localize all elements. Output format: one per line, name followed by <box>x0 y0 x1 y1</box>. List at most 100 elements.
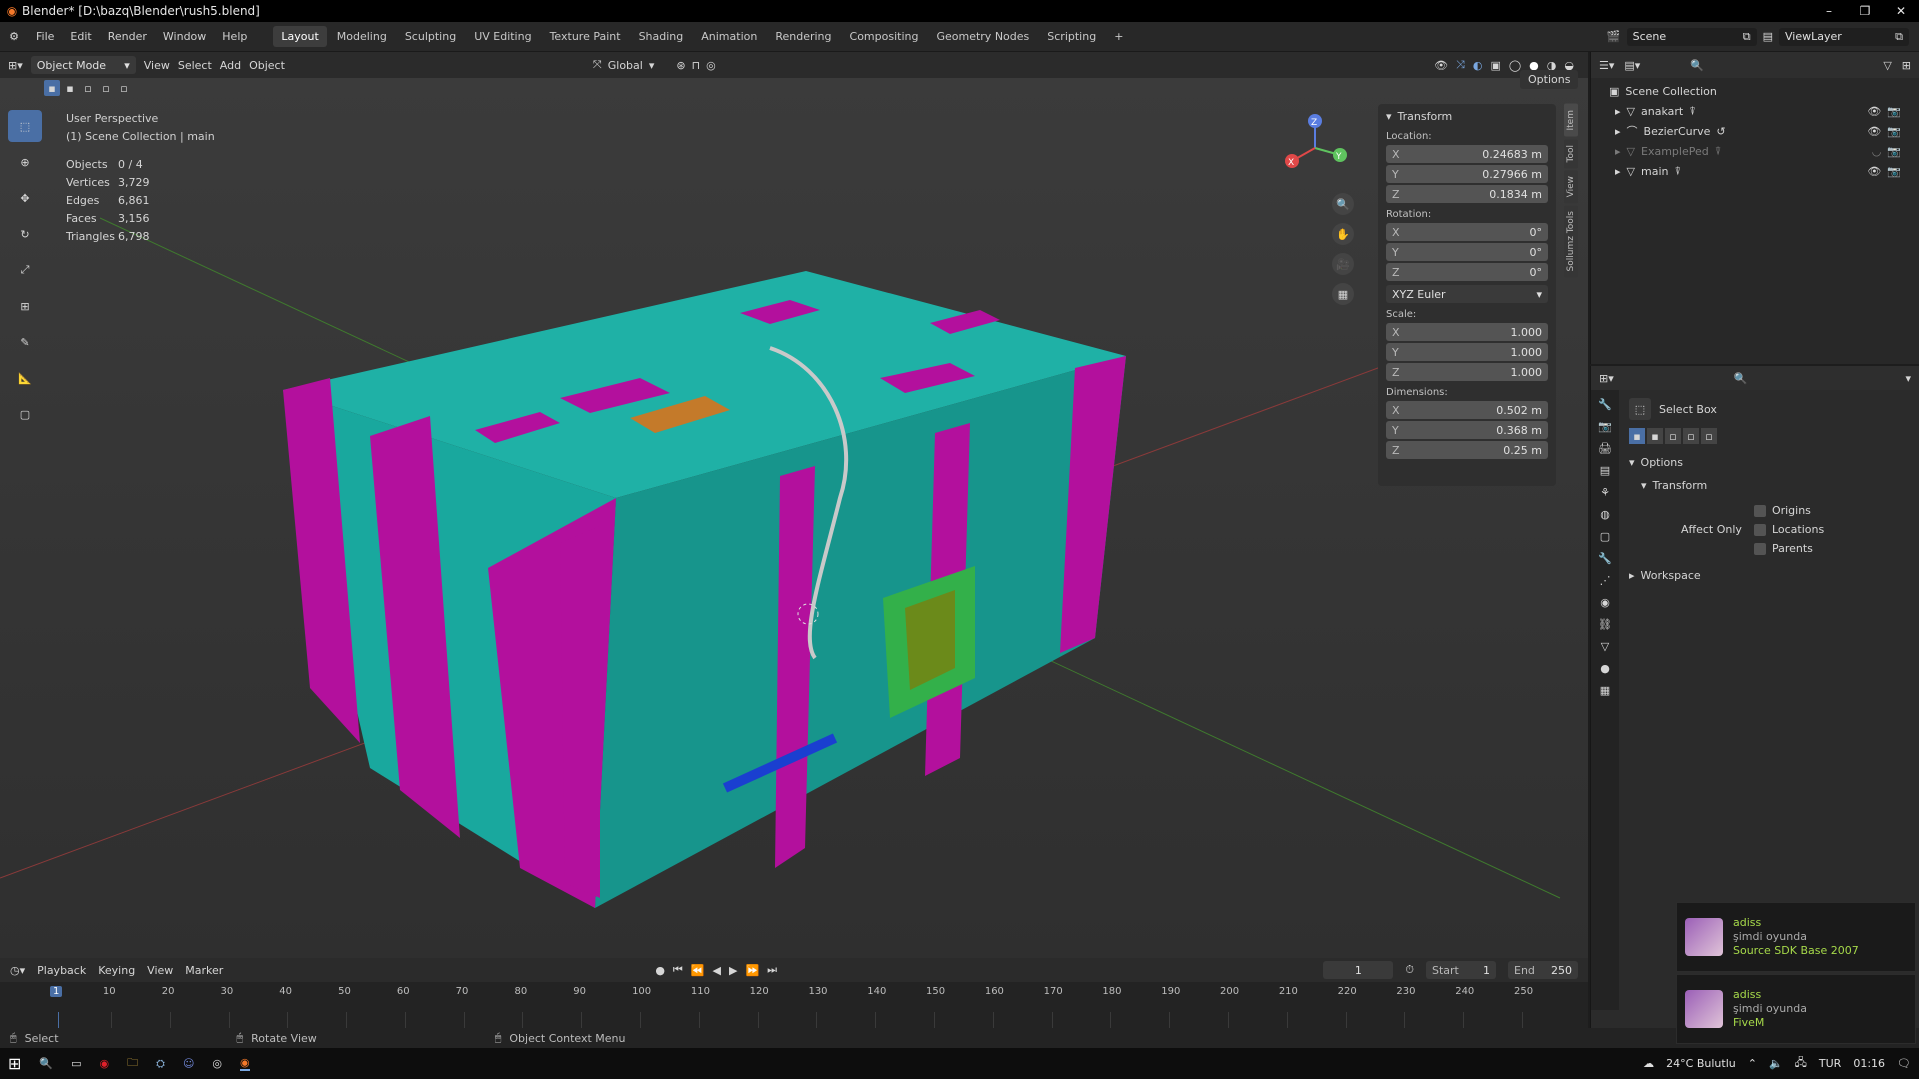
start-menu-icon[interactable]: ⊞ <box>8 1054 21 1073</box>
search-icon[interactable]: 🔍 <box>1690 59 1704 72</box>
next-key-icon[interactable]: ⏩ <box>745 964 759 977</box>
eye-icon[interactable]: 👁 <box>1867 122 1881 142</box>
timeline-editor-icon[interactable]: ◷▾ <box>10 964 25 977</box>
data-tab-icon[interactable]: ▽ <box>1601 640 1609 653</box>
clock[interactable]: 01:16 <box>1853 1057 1885 1070</box>
menu-render[interactable]: Render <box>100 30 155 43</box>
grid-icon[interactable]: ▦ <box>1332 283 1354 305</box>
add-workspace-button[interactable]: + <box>1106 26 1131 47</box>
rotation-x-field[interactable]: X 0° <box>1386 223 1548 241</box>
zoom-icon[interactable]: 🔍 <box>1332 193 1354 215</box>
orientation-selector[interactable]: Global <box>608 59 643 72</box>
search-icon[interactable]: 🔍 <box>39 1057 53 1070</box>
outliner-row-exampleped[interactable]: ▸ ▽ ExamplePed ⍒ ◡ 📷 <box>1609 142 1901 162</box>
menu-object[interactable]: Object <box>249 59 285 72</box>
cursor-tool-icon[interactable]: ⊕ <box>8 146 42 178</box>
tab-compositing[interactable]: Compositing <box>842 26 927 47</box>
discord-icon[interactable]: ☺ <box>183 1057 194 1070</box>
end-frame-field[interactable]: End 250 <box>1508 961 1578 979</box>
task-view-icon[interactable]: ▭ <box>71 1057 81 1070</box>
location-y-field[interactable]: Y 0.27966 m <box>1386 165 1548 183</box>
jump-end-icon[interactable]: ⏭ <box>767 963 777 977</box>
menu-help[interactable]: Help <box>214 30 255 43</box>
expand-arrow-icon[interactable]: ▸ <box>1615 162 1621 182</box>
display-mode-icon[interactable]: ▤▾ <box>1624 59 1640 72</box>
select-box-tool-icon[interactable]: ⬚ <box>8 110 42 142</box>
tab-layout[interactable]: Layout <box>273 26 327 47</box>
current-frame-field[interactable]: 1 <box>1323 961 1394 979</box>
location-x-field[interactable]: X 0.24683 m <box>1386 145 1548 163</box>
navigation-gizmo[interactable]: Z Y X <box>1280 113 1350 183</box>
location-z-field[interactable]: Z 0.1834 m <box>1386 185 1548 203</box>
editor-type-icon[interactable]: ⊞▾ <box>8 59 23 72</box>
camera-render-icon[interactable]: 📷 <box>1887 142 1901 162</box>
snap-icon[interactable]: ⊓ <box>692 59 701 72</box>
dimension-x-field[interactable]: X 0.502 m <box>1386 401 1548 419</box>
eye-icon[interactable]: 👁 <box>1867 162 1881 182</box>
tool-tab-icon[interactable]: 🔧 <box>1598 398 1612 411</box>
tab-animation[interactable]: Animation <box>693 26 765 47</box>
chevron-up-icon[interactable]: ⌃ <box>1748 1057 1757 1070</box>
menu-select[interactable]: Select <box>178 59 212 72</box>
origins-checkbox[interactable]: Origins <box>1753 504 1824 517</box>
select-invert-icon[interactable]: ▫ <box>1683 428 1699 444</box>
tab-uv-editing[interactable]: UV Editing <box>466 26 539 47</box>
steam-icon[interactable]: ⛭ <box>156 1057 165 1071</box>
workspace-section-header[interactable]: ▸ Workspace <box>1629 569 1914 582</box>
scale-z-field[interactable]: Z 1.000 <box>1386 363 1548 381</box>
pivot-icon[interactable]: ⊛ <box>676 59 685 72</box>
play-reverse-icon[interactable]: ◀ <box>713 964 721 977</box>
tab-rendering[interactable]: Rendering <box>767 26 839 47</box>
tab-texture-paint[interactable]: Texture Paint <box>542 26 629 47</box>
outliner-row-main[interactable]: ▸ ▽ main ⍒ 👁 📷 <box>1609 162 1901 182</box>
filter-icon[interactable]: ▽ <box>1883 59 1891 72</box>
menu-add[interactable]: Add <box>220 59 241 72</box>
output-tab-icon[interactable]: 🖨 <box>1598 442 1612 455</box>
select-new-icon[interactable]: ▪ <box>1629 428 1645 444</box>
3d-viewport[interactable]: User Perspective (1) Scene Collection | … <box>0 70 1588 958</box>
overlay-toggle-icon[interactable]: ◐ <box>1473 59 1483 72</box>
expand-arrow-icon[interactable]: ▸ <box>1615 122 1621 142</box>
camera-render-icon[interactable]: 📷 <box>1887 102 1901 122</box>
select-intersect-icon[interactable]: ▫ <box>1701 428 1717 444</box>
outliner-row-anakart[interactable]: ▸ ▽ anakart ⍒ 👁 📷 <box>1609 102 1901 122</box>
object-tab-icon[interactable]: ▢ <box>1600 530 1610 543</box>
play-icon[interactable]: ▶ <box>729 964 737 977</box>
locations-checkbox[interactable]: Locations <box>1753 523 1824 536</box>
rotation-mode-select[interactable]: XYZ Euler ▾ <box>1386 285 1548 303</box>
camera-render-icon[interactable]: 📷 <box>1887 162 1901 182</box>
measure-tool-icon[interactable]: 📐 <box>8 362 42 394</box>
chevron-down-icon[interactable]: ▾ <box>1905 372 1911 385</box>
constraints-tab-icon[interactable]: ⛓ <box>1598 618 1612 631</box>
select-intersect-icon[interactable]: ▫ <box>116 80 132 96</box>
rotation-y-field[interactable]: Y 0° <box>1386 243 1548 261</box>
menu-edit[interactable]: Edit <box>62 30 99 43</box>
options-button[interactable]: Options <box>1520 70 1579 89</box>
menu-view[interactable]: View <box>144 59 170 72</box>
world-tab-icon[interactable]: ◍ <box>1600 508 1610 521</box>
weather-text[interactable]: 24°C Bulutlu <box>1666 1057 1736 1070</box>
menu-marker[interactable]: Marker <box>185 964 223 977</box>
proportional-icon[interactable]: ◎ <box>706 59 716 72</box>
tab-tool[interactable]: Tool <box>1564 138 1578 168</box>
outliner-row-scene-collection[interactable]: ▣ Scene Collection <box>1609 82 1901 102</box>
menu-playback[interactable]: Playback <box>37 964 86 977</box>
language-indicator[interactable]: TUR <box>1819 1057 1841 1070</box>
menu-window[interactable]: Window <box>155 30 214 43</box>
select-extend-icon[interactable]: ▪ <box>1647 428 1663 444</box>
tab-scripting[interactable]: Scripting <box>1039 26 1104 47</box>
chevron-down-icon[interactable]: ▾ <box>1386 110 1392 123</box>
transform-section-header[interactable]: ▾ Transform <box>1641 479 1914 492</box>
xray-icon[interactable]: ▣ <box>1490 59 1500 72</box>
modifier-tab-icon[interactable]: 🔧 <box>1598 552 1612 565</box>
stopwatch-icon[interactable]: ⏱ <box>1405 963 1414 977</box>
blender-menu-icon[interactable]: ⚙ <box>0 30 28 43</box>
scale-y-field[interactable]: Y 1.000 <box>1386 343 1548 361</box>
eye-icon[interactable]: 👁 <box>1867 102 1881 122</box>
jump-start-icon[interactable]: ⏮ <box>673 963 683 977</box>
view-layer-selector[interactable]: ViewLayer ⧉ <box>1779 27 1909 46</box>
camera-render-icon[interactable]: 📷 <box>1887 122 1901 142</box>
rotate-tool-icon[interactable]: ↻ <box>8 218 42 250</box>
transform-tool-icon[interactable]: ⊞ <box>8 290 42 322</box>
outliner-editor-icon[interactable]: ☰▾ <box>1599 59 1614 72</box>
